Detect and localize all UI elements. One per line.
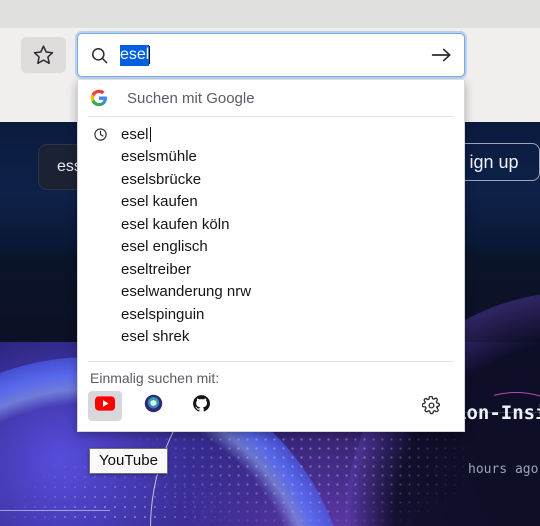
list-item-label: esel shrek — [121, 328, 190, 346]
list-item-label: esel englisch — [121, 238, 208, 256]
google-logo-icon — [90, 89, 108, 107]
list-item[interactable]: eselspinguin — [78, 303, 464, 326]
article-heading: ion-Insi — [455, 402, 540, 424]
suggestions-list: esel eselsmühle eselsbrücke esel kaufen … — [78, 117, 464, 348]
star-icon[interactable] — [21, 37, 66, 73]
one-off-engine-youtube[interactable] — [88, 391, 122, 421]
tooltip: YouTube — [89, 448, 168, 474]
list-item[interactable]: esel — [78, 123, 464, 146]
article-timestamp: hours ago — [468, 462, 539, 477]
one-off-engine-github[interactable] — [184, 391, 218, 421]
history-clock-icon — [90, 127, 110, 142]
list-item-label: esel — [121, 125, 149, 143]
list-item[interactable]: esel shrek — [78, 326, 464, 349]
arrow-right-icon[interactable] — [420, 45, 464, 65]
list-item-label: esel kaufen köln — [121, 215, 230, 233]
list-item-label: eselsbrücke — [121, 170, 202, 188]
text-caret — [149, 126, 151, 142]
one-off-search-label: Einmalig suchen mit: — [90, 370, 220, 386]
list-item[interactable]: eselsmühle — [78, 146, 464, 169]
one-off-engine-buttons — [78, 389, 464, 431]
search-input[interactable]: esel — [120, 44, 420, 66]
one-off-search-section: Einmalig suchen mit: — [78, 361, 464, 431]
search-icon — [90, 46, 109, 65]
sign-up-label: ign up — [469, 151, 519, 172]
list-item[interactable]: esel kaufen — [78, 191, 464, 214]
list-item[interactable]: esel kaufen köln — [78, 213, 464, 236]
list-item[interactable]: eselwanderung nrw — [78, 281, 464, 304]
youtube-icon — [95, 396, 115, 416]
list-item[interactable]: eseltreiber — [78, 258, 464, 281]
list-item[interactable]: eselsbrücke — [78, 168, 464, 191]
urlbar-results-panel: Suchen mit Google esel eselsmühle eselsb… — [77, 80, 465, 432]
text-caret — [149, 46, 151, 64]
url-search-bar[interactable]: esel — [77, 33, 465, 77]
gear-icon[interactable] — [418, 392, 444, 418]
search-with-engine-row[interactable]: Suchen mit Google — [78, 80, 464, 116]
list-item-label: eselspinguin — [121, 305, 205, 323]
list-item[interactable]: esel englisch — [78, 236, 464, 259]
list-item-label: eselsmühle — [121, 148, 197, 166]
search-input-selected-text: esel — [120, 44, 150, 66]
list-item-label: eseltreiber — [121, 260, 192, 278]
github-icon — [192, 394, 211, 418]
tab-strip — [0, 0, 540, 28]
wikipedia-icon — [144, 394, 163, 418]
one-off-engine-wikipedia[interactable] — [136, 391, 170, 421]
list-item-label: esel kaufen — [121, 193, 198, 211]
search-with-engine-label: Suchen mit Google — [127, 89, 255, 107]
list-item-label: eselwanderung nrw — [121, 283, 252, 301]
